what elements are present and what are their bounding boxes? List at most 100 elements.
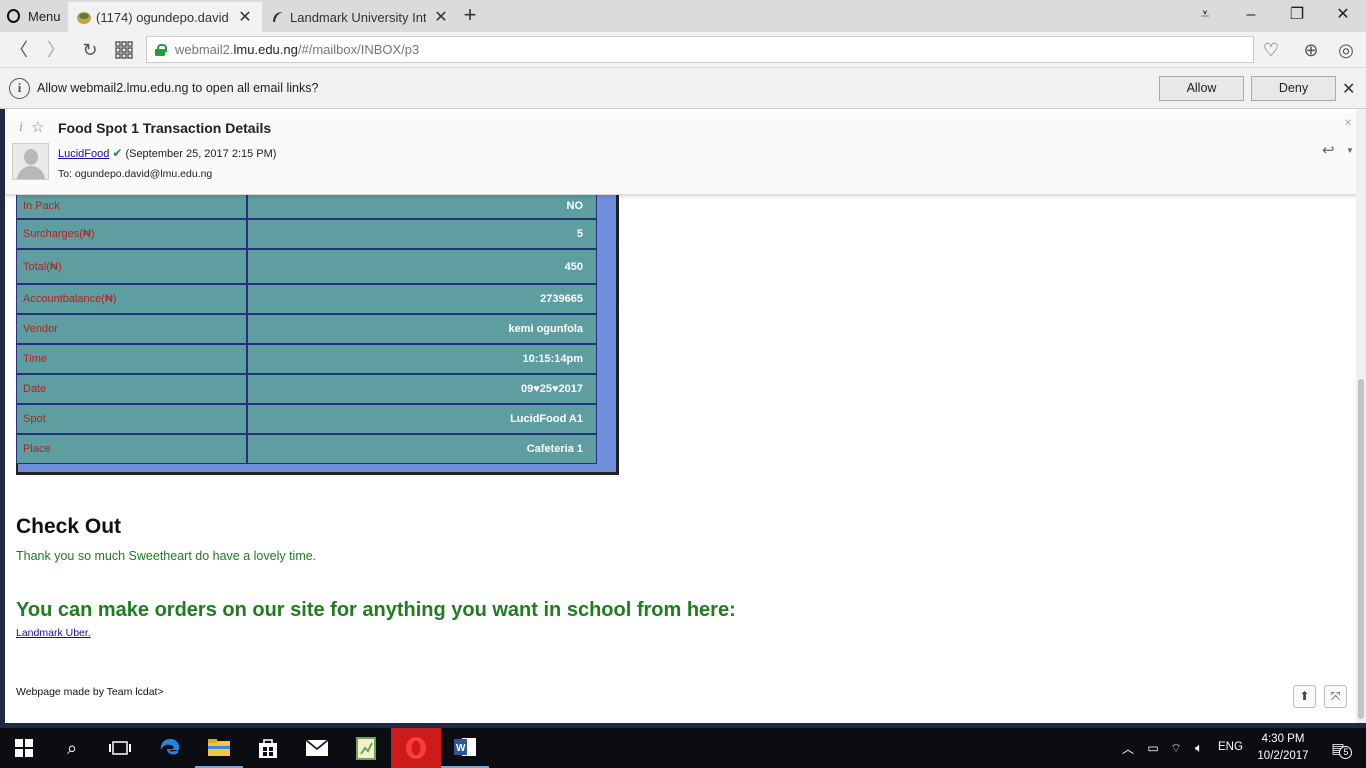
infobar-close-icon[interactable]: ✕	[1342, 79, 1355, 99]
menu-label: Menu	[28, 8, 61, 24]
star-icon[interactable]: ☆	[31, 118, 44, 136]
transaction-label: Time	[16, 344, 247, 374]
transaction-value: NO	[247, 192, 597, 219]
close-icon[interactable]: ✕	[1344, 118, 1352, 129]
transaction-value: Cafeteria 1	[247, 434, 597, 464]
clock[interactable]: 4:30 PM 10/2/2017	[1250, 731, 1316, 765]
url-prefix: webmail2.	[175, 42, 234, 57]
checkout-heading: Check Out	[16, 515, 122, 538]
permission-bar: i Allow webmail2.lmu.edu.ng to open all …	[0, 68, 1366, 109]
transaction-row: Time 10:15:14pm	[16, 344, 597, 374]
info-icon: i	[9, 78, 30, 99]
transaction-value: 2739665	[247, 284, 597, 314]
transaction-row: Place Cafeteria 1	[16, 434, 597, 464]
reload-icon[interactable]: ↻	[77, 37, 103, 63]
email-view: i ☆ Food Spot 1 Transaction Details Luci…	[5, 109, 1356, 723]
transaction-value: kemi ogunfola	[247, 314, 597, 344]
store-icon[interactable]	[244, 728, 292, 768]
forward-icon[interactable]: 〉	[43, 37, 69, 63]
search-icon[interactable]: ⌕	[48, 728, 96, 768]
scroll-top-icon[interactable]: ⬆	[1293, 685, 1316, 708]
notification-icon[interactable]: ▤ 5	[1316, 728, 1360, 768]
transaction-value: LucidFood A1	[247, 404, 597, 434]
file-explorer-icon[interactable]	[195, 728, 243, 768]
transaction-label: Spot	[16, 404, 247, 434]
message-to: To: ogundepo.david@lmu.edu.ng	[58, 168, 213, 180]
volume-icon[interactable]: 🔈︎	[1186, 728, 1212, 768]
tab-webmail[interactable]: (1174) ogundepo.david@lr ✕	[68, 2, 262, 32]
tab-close-icon[interactable]: ✕	[432, 7, 450, 27]
opera-taskbar-icon[interactable]	[391, 728, 441, 768]
close-window-icon[interactable]: ✕	[1320, 0, 1366, 32]
message-header: i ☆ Food Spot 1 Transaction Details Luci…	[5, 113, 1356, 195]
windows-taskbar: ⌕ W ︿ ▭ ⌔ 🔈︎ ENG 4:30 PM 10/2/2017 ▤ 5	[0, 728, 1366, 768]
url-path: /#/mailbox/INBOX/p3	[297, 42, 420, 57]
transaction-label: Accountbalance(₦)	[16, 284, 247, 314]
new-tab-icon[interactable]: +	[458, 3, 482, 29]
tab-title: (1174) ogundepo.david@lr	[96, 9, 230, 25]
info-icon[interactable]: i	[19, 120, 23, 136]
sender-link[interactable]: LucidFood	[58, 148, 109, 160]
transaction-label: In Pack	[16, 192, 247, 219]
svg-text:W: W	[456, 743, 466, 754]
transaction-row: Spot LucidFood A1	[16, 404, 597, 434]
scrollbar-thumb[interactable]	[1358, 379, 1364, 719]
tab-intranet[interactable]: Landmark University Intran ✕	[262, 2, 458, 32]
word-icon[interactable]: W	[441, 728, 489, 768]
chevron-down-icon[interactable]: ▼	[1346, 146, 1354, 155]
webmail-favicon-icon	[77, 12, 91, 24]
transaction-label: Place	[16, 434, 247, 464]
edge-icon[interactable]	[146, 728, 194, 768]
bookmark-heart-icon[interactable]: ♡	[1258, 37, 1284, 63]
transaction-label: Total(₦)	[16, 249, 247, 284]
transaction-value: 5	[247, 219, 597, 249]
notification-count: 5	[1339, 745, 1353, 759]
footer-text: Webpage made by Team lcdat>	[16, 686, 164, 698]
clock-date: 10/2/2017	[1257, 750, 1309, 762]
transaction-label: Surcharges(₦)	[16, 219, 247, 249]
transaction-row: Vendor kemi ogunfola	[16, 314, 597, 344]
avatar	[12, 143, 49, 180]
orders-heading: You can make orders on our site for anyt…	[16, 599, 736, 621]
minimize-icon[interactable]: –	[1228, 0, 1274, 32]
tab-menu-icon[interactable]: ⩡	[1182, 0, 1228, 32]
downloads-icon[interactable]: ⊕	[1298, 37, 1324, 63]
task-view-icon[interactable]	[96, 728, 144, 768]
opera-logo-icon	[7, 9, 20, 23]
transaction-value: 450	[247, 249, 597, 284]
address-bar[interactable]: webmail2. lmu.edu.ng/#/mailbox/INBOX/p3	[146, 36, 1254, 63]
page-scrollbar[interactable]	[1356, 109, 1366, 723]
transaction-row: In Pack NO	[16, 192, 597, 219]
wifi-icon[interactable]: ⌔	[1164, 728, 1188, 768]
back-icon[interactable]: 〈	[6, 37, 32, 63]
tab-close-icon[interactable]: ✕	[236, 7, 254, 27]
landmark-uber-link[interactable]: Landmark Uber.	[16, 627, 91, 639]
transaction-row: Date 09♥25♥2017	[16, 374, 597, 404]
url-host: lmu.edu.ng	[233, 42, 298, 57]
deny-button[interactable]: Deny	[1251, 76, 1336, 101]
mail-icon[interactable]	[293, 728, 341, 768]
permission-message: Allow webmail2.lmu.edu.ng to open all em…	[37, 81, 319, 95]
spreadsheet-app-icon[interactable]	[342, 728, 390, 768]
start-windows-icon[interactable]	[0, 728, 48, 768]
reply-icon[interactable]: ↩	[1322, 141, 1335, 159]
message-date: (September 25, 2017 2:15 PM)	[125, 148, 277, 160]
transaction-value: 10:15:14pm	[247, 344, 597, 374]
browser-toolbar: 〈 〉 ↻ webmail2. lmu.edu.ng/#/mailbox/INBO…	[0, 32, 1366, 68]
allow-button[interactable]: Allow	[1159, 76, 1244, 101]
transaction-label: Date	[16, 374, 247, 404]
clock-time: 4:30 PM	[1261, 733, 1305, 745]
language-indicator[interactable]: ENG	[1218, 741, 1243, 753]
tab-title: Landmark University Intran	[290, 9, 426, 25]
opera-menu-button[interactable]: Menu	[0, 0, 66, 32]
account-icon[interactable]: ◎	[1333, 37, 1359, 63]
transaction-row: Total(₦) 450	[16, 249, 597, 284]
message-from: LucidFood ✔ (September 25, 2017 2:15 PM)	[58, 146, 276, 160]
restore-icon[interactable]: ❐	[1274, 0, 1320, 32]
transaction-row: Accountbalance(₦) 2739665	[16, 284, 597, 314]
battery-icon[interactable]: ▭	[1140, 728, 1166, 768]
speed-dial-icon[interactable]	[111, 37, 137, 63]
transaction-row: Surcharges(₦) 5	[16, 219, 597, 249]
intranet-favicon-icon	[273, 12, 283, 22]
fullscreen-icon[interactable]: ⤧	[1324, 685, 1347, 708]
